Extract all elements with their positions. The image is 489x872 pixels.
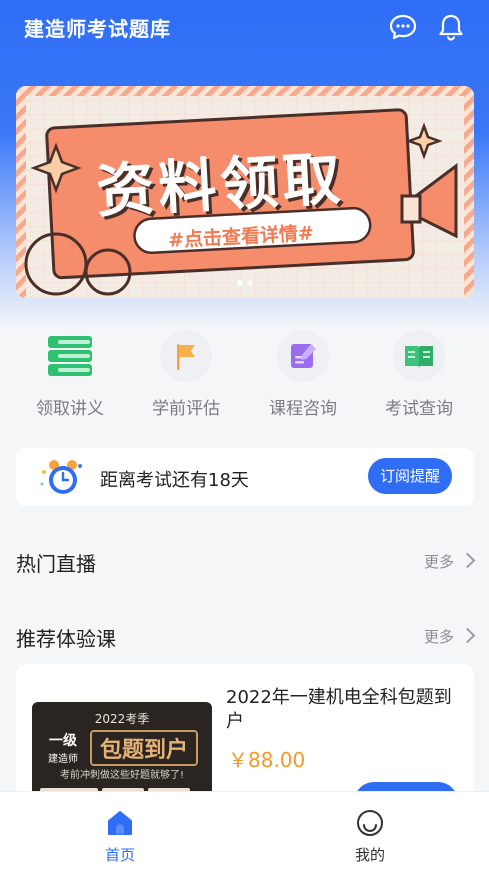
- thumb-subline: 考前冲刺做这些好题就够了!: [59, 770, 184, 781]
- message-icon[interactable]: [388, 12, 418, 42]
- banner-headline: 资料领取: [94, 144, 346, 226]
- alarm-clock-icon: [38, 458, 84, 498]
- banner-pagination: [16, 271, 474, 290]
- shortcut-handouts[interactable]: 领取讲义: [20, 330, 120, 419]
- thumb-headline: 包题到户: [90, 730, 199, 766]
- tab-label: 首页: [104, 846, 135, 864]
- bell-icon[interactable]: [436, 12, 466, 42]
- shortcut-grid: 领取讲义 学前评估 课程咨询 考试查询: [0, 330, 489, 420]
- app-title: 建造师考试题库: [24, 17, 171, 41]
- shortcut-exam-query[interactable]: 考试查询: [369, 330, 469, 419]
- bottom-tab-bar: 首页 我的: [0, 792, 489, 872]
- tab-label: 我的: [354, 846, 385, 864]
- promo-banner[interactable]: 资料领取 #点击查看详情#: [16, 86, 474, 298]
- home-icon: [105, 808, 135, 838]
- chevron-right-icon: [459, 627, 476, 644]
- edit-note-icon: [277, 330, 329, 382]
- shortcut-label: 学前评估: [152, 399, 220, 419]
- banner-dot-active[interactable]: [237, 280, 243, 286]
- shortcut-assessment[interactable]: 学前评估: [136, 330, 236, 419]
- thumb-level-badge: 一级 建造师: [42, 730, 84, 765]
- course-title: 2022年一建机电全科包题到户: [226, 687, 452, 732]
- course-price: ￥88.00: [228, 748, 306, 772]
- subscribe-reminder-button[interactable]: 订阅提醒: [368, 458, 452, 494]
- user-face-icon: [355, 808, 385, 838]
- book-stack-icon: [44, 330, 96, 382]
- shortcut-consult[interactable]: 课程咨询: [253, 330, 353, 419]
- thumb-level-top: 一级: [49, 733, 77, 749]
- banner-dot[interactable]: [247, 280, 253, 286]
- section-more-trial[interactable]: 更多: [423, 626, 476, 647]
- section-more-live[interactable]: 更多: [423, 551, 476, 572]
- tab-home[interactable]: 首页: [80, 808, 160, 865]
- more-label: 更多: [423, 553, 454, 571]
- open-book-icon: [393, 330, 445, 382]
- section-title-trial: 推荐体验课: [16, 627, 116, 651]
- more-label: 更多: [423, 628, 454, 646]
- chevron-right-icon: [459, 552, 476, 569]
- app-header: 建造师考试题库: [0, 0, 489, 55]
- section-title-live: 热门直播: [16, 552, 96, 576]
- thumb-season: 2022考季: [94, 712, 150, 726]
- flag-icon: [160, 330, 212, 382]
- exam-countdown-text: 距离考试还有18天: [100, 470, 249, 491]
- exam-countdown-card: 距离考试还有18天 订阅提醒: [16, 448, 474, 506]
- thumb-level-bottom: 建造师: [48, 754, 78, 765]
- shortcut-label: 考试查询: [385, 399, 453, 419]
- shortcut-label: 领取讲义: [36, 399, 104, 419]
- shortcut-label: 课程咨询: [269, 399, 337, 419]
- tab-profile[interactable]: 我的: [330, 808, 410, 865]
